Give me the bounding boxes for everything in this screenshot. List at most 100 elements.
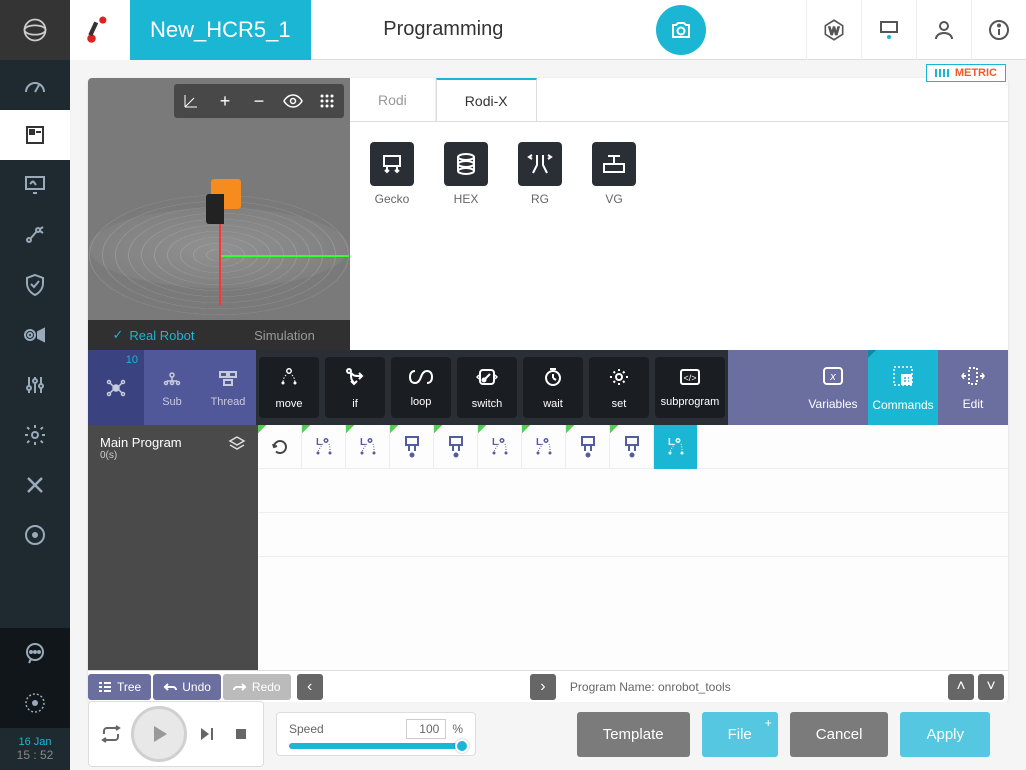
- sidebar-monitor-icon[interactable]: [0, 160, 70, 210]
- commands-button[interactable]: Commands: [868, 350, 938, 425]
- timeline-node[interactable]: L: [478, 425, 522, 469]
- user-icon[interactable]: [916, 0, 971, 60]
- prev-arrow-icon[interactable]: ‹: [297, 674, 323, 700]
- viewport-toolbar: + −: [174, 84, 344, 118]
- sidebar-gear-icon[interactable]: [0, 410, 70, 460]
- minus-icon[interactable]: −: [242, 84, 276, 118]
- play-button[interactable]: [131, 706, 187, 762]
- monitor-icon[interactable]: [861, 0, 916, 60]
- sidebar-dashboard-icon[interactable]: [0, 60, 70, 110]
- tab-rodi[interactable]: Rodi: [350, 78, 436, 121]
- next-arrow-icon[interactable]: ›: [530, 674, 556, 700]
- variables-button[interactable]: xVariables: [798, 350, 868, 425]
- sidebar-x-icon[interactable]: [0, 460, 70, 510]
- program-header[interactable]: Main Program 0(s): [88, 425, 258, 670]
- 3d-viewport[interactable]: + − ✓Real Robot Simulation: [88, 78, 350, 350]
- move-icon: [278, 366, 300, 394]
- timeline-node[interactable]: [434, 425, 478, 469]
- undo-button[interactable]: Undo: [153, 674, 221, 700]
- viewport-tab-simulation[interactable]: Simulation: [219, 320, 350, 350]
- main-tree-button[interactable]: 10: [88, 350, 144, 425]
- sub-icon: [161, 367, 183, 392]
- grid-icon[interactable]: [310, 84, 344, 118]
- component-hex[interactable]: HEX: [444, 142, 488, 206]
- sidebar-robot-arm-icon[interactable]: [0, 210, 70, 260]
- viewport-tab-real-robot[interactable]: ✓Real Robot: [88, 320, 219, 350]
- down-arrow-icon[interactable]: ˅: [978, 674, 1004, 700]
- timeline-node[interactable]: [566, 425, 610, 469]
- sidebar-target-gear-icon[interactable]: [0, 678, 70, 728]
- cmd-subprogram[interactable]: </>subprogram: [655, 357, 725, 418]
- cmd-loop[interactable]: loop: [391, 357, 451, 418]
- tree-button[interactable]: Tree: [88, 674, 151, 700]
- timeline[interactable]: L L L L L: [258, 425, 1008, 670]
- speed-value-input[interactable]: 100: [406, 719, 446, 739]
- camera-button[interactable]: [656, 5, 706, 55]
- sidebar-disc-icon[interactable]: [0, 510, 70, 560]
- subprogram-icon: </>: [679, 368, 701, 392]
- timeline-node[interactable]: [390, 425, 434, 469]
- cmd-wait[interactable]: wait: [523, 357, 583, 418]
- cmd-move[interactable]: move: [259, 357, 319, 418]
- stop-icon[interactable]: [227, 727, 255, 741]
- timeline-node[interactable]: L: [346, 425, 390, 469]
- component-rg[interactable]: RG: [518, 142, 562, 206]
- speed-control: Speed 100 %: [276, 712, 476, 756]
- speed-slider[interactable]: [289, 743, 463, 749]
- layers-icon[interactable]: [228, 435, 246, 458]
- command-strip: 10 Sub Thread move if loop: [88, 350, 1008, 425]
- sidebar-shield-icon[interactable]: [0, 260, 70, 310]
- component-gecko[interactable]: Gecko: [370, 142, 414, 206]
- app-logo-icon[interactable]: [0, 0, 70, 60]
- sidebar-camera-settings-icon[interactable]: [0, 310, 70, 360]
- hex-w-icon[interactable]: W: [806, 0, 861, 60]
- info-icon[interactable]: [971, 0, 1026, 60]
- cancel-button[interactable]: Cancel: [790, 712, 889, 757]
- svg-text:W: W: [829, 25, 840, 37]
- template-button[interactable]: Template: [577, 712, 690, 757]
- footer-bar: Tree Undo Redo ‹ › Program Name: onrobot…: [88, 670, 1008, 702]
- robot-icon[interactable]: [70, 0, 130, 60]
- apply-button[interactable]: Apply: [900, 712, 990, 757]
- variables-icon: x: [821, 365, 845, 393]
- timeline-node-active[interactable]: L: [654, 425, 698, 469]
- timeline-node-loop[interactable]: [258, 425, 302, 469]
- timeline-node[interactable]: [610, 425, 654, 469]
- timeline-node[interactable]: L: [522, 425, 566, 469]
- sub-button[interactable]: Sub: [144, 350, 200, 425]
- thread-button[interactable]: Thread: [200, 350, 256, 425]
- repeat-icon[interactable]: [97, 725, 125, 743]
- cmd-set[interactable]: set: [589, 357, 649, 418]
- robot-model-icon: [211, 179, 241, 209]
- file-button[interactable]: File: [702, 712, 778, 757]
- metric-badge[interactable]: METRIC: [926, 64, 1006, 82]
- vg-icon: [592, 142, 636, 186]
- sidebar-sliders-icon[interactable]: [0, 360, 70, 410]
- cmd-switch[interactable]: switch: [457, 357, 517, 418]
- program-name-label: Program Name: onrobot_tools: [560, 680, 741, 694]
- svg-text:x: x: [829, 371, 836, 383]
- sidebar: 16 Jan 15 : 52: [0, 60, 70, 770]
- top-right-icons: W: [806, 0, 1026, 60]
- speed-label: Speed: [289, 722, 324, 736]
- step-forward-icon[interactable]: [193, 726, 221, 742]
- time-label: 15 : 52: [0, 748, 70, 762]
- date-label: 16 Jan: [0, 736, 70, 748]
- axes-icon[interactable]: [174, 84, 208, 118]
- check-icon: ✓: [113, 327, 124, 343]
- cmd-if[interactable]: if: [325, 357, 385, 418]
- up-arrow-icon[interactable]: ˄: [948, 674, 974, 700]
- hex-icon: [444, 142, 488, 186]
- redo-button[interactable]: Redo: [223, 674, 291, 700]
- timeline-node[interactable]: L: [302, 425, 346, 469]
- rg-icon: [518, 142, 562, 186]
- slider-thumb-icon[interactable]: [455, 739, 469, 753]
- tab-rodi-x[interactable]: Rodi-X: [436, 78, 537, 121]
- sidebar-chat-icon[interactable]: [0, 628, 70, 678]
- thread-icon: [217, 367, 239, 392]
- eye-icon[interactable]: [276, 84, 310, 118]
- plus-icon[interactable]: +: [208, 84, 242, 118]
- edit-button[interactable]: Edit: [938, 350, 1008, 425]
- component-vg[interactable]: VG: [592, 142, 636, 206]
- sidebar-programming-icon[interactable]: [0, 110, 70, 160]
